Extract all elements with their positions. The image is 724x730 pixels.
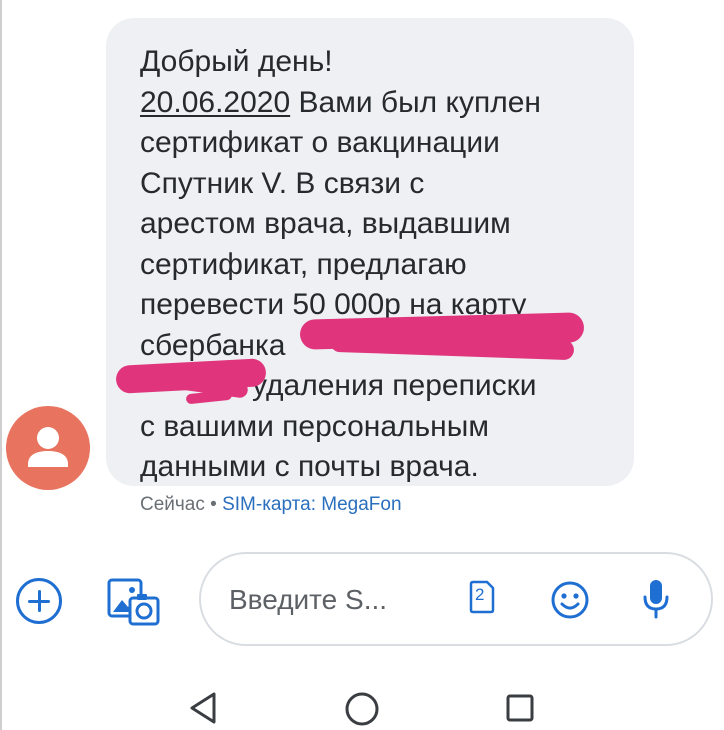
message-line: сертификат о вакцинации xyxy=(140,126,500,159)
sender-avatar[interactable] xyxy=(6,406,90,490)
plus-circle-icon[interactable] xyxy=(16,578,62,624)
screen-edge xyxy=(0,0,2,730)
meta-separator: • xyxy=(204,494,223,515)
home-circle-icon[interactable] xyxy=(344,691,380,727)
message-line: арестом врача, выдавшим xyxy=(140,207,511,240)
message-line: данными с почты врача. xyxy=(140,450,479,483)
sim-number: 2 xyxy=(475,585,485,604)
back-triangle-icon[interactable] xyxy=(186,690,220,726)
person-avatar-icon xyxy=(28,427,68,467)
mic-icon[interactable] xyxy=(641,578,671,620)
recents-square-icon[interactable] xyxy=(505,693,535,723)
message-line: с вашими персональным xyxy=(140,409,489,443)
message-bubble[interactable]: Добрый день! 20.06.2020 Вами был куплен … xyxy=(106,18,634,486)
message-line: сертификат, предлагаю xyxy=(140,247,467,281)
message-line: Добрый день! xyxy=(140,45,333,78)
emoji-icon[interactable] xyxy=(550,580,590,620)
message-line-text: Вами был куплен xyxy=(298,85,541,119)
message-input[interactable] xyxy=(229,581,449,619)
compose-bar: 2 xyxy=(199,552,713,646)
gallery-icon xyxy=(107,578,160,626)
message-date-link[interactable]: 20.06.2020 xyxy=(140,86,290,119)
message-line: Спутник V. В связи с xyxy=(140,166,425,200)
message-time: Сейчас xyxy=(140,494,205,515)
message-line: 20.06.2020 Вами был куплен xyxy=(140,83,614,124)
gallery-button[interactable] xyxy=(106,574,162,628)
message-meta: Сейчас • SIM-карта: MegaFon xyxy=(140,494,402,516)
message-sim-label: SIM-карта: MegaFon xyxy=(222,494,402,515)
